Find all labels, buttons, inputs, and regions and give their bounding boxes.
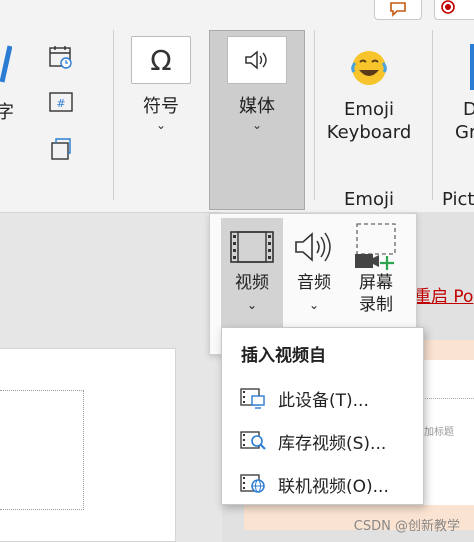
restart-link[interactable]: 重启 Po — [414, 282, 473, 307]
audio-label: 音频 — [297, 273, 331, 293]
title-placeholder-hint: 加标题 — [424, 427, 454, 438]
menu-item-label: 联机视频(O)... — [278, 476, 389, 497]
text-group-partial-label: 字 — [0, 102, 14, 123]
menu-item-online-video[interactable]: 联机视频(O)... — [222, 464, 423, 504]
film-strip-icon — [230, 231, 274, 263]
chevron-down-icon[interactable]: ⌄ — [131, 118, 191, 132]
speaker-icon — [295, 232, 331, 262]
media-icon-tile — [227, 36, 287, 84]
chevron-down-icon: ⌄ — [246, 298, 258, 312]
chevron-down-icon: ⌄ — [251, 118, 263, 132]
chevron-down-icon: ⌄ — [308, 298, 320, 312]
comments-button[interactable] — [374, 0, 422, 20]
speaker-icon — [245, 50, 267, 70]
symbols-button[interactable]: Ω — [131, 36, 191, 84]
text-box-icon[interactable] — [0, 44, 12, 84]
emoji-keyboard-label-line1[interactable]: Emoji — [322, 99, 416, 120]
partial-addin-icon[interactable] — [470, 44, 474, 90]
emoji-face-icon[interactable] — [348, 48, 390, 88]
group-separator — [113, 30, 114, 200]
screen-recording-button[interactable]: 屏幕 录制 — [345, 218, 407, 328]
online-video-icon — [240, 473, 266, 495]
group-label-emoji: Emoji — [344, 189, 394, 210]
audio-button[interactable]: 音频 ⌄ — [283, 218, 345, 328]
record-button[interactable] — [434, 0, 474, 20]
group-label-pict: Pict — [442, 189, 474, 210]
record-icon — [441, 0, 455, 14]
this-device-icon — [240, 387, 266, 409]
menu-item-label: 此设备(T)... — [278, 390, 369, 411]
symbols-label: 符号 — [143, 96, 179, 117]
video-button[interactable]: 视频 ⌄ — [221, 218, 283, 328]
slide-number-icon[interactable]: # — [48, 90, 74, 116]
screen-recording-label-line1: 屏幕 — [359, 273, 393, 293]
menu-item-stock-videos[interactable]: 库存视频(S)... — [222, 421, 423, 461]
emoji-keyboard-label-line2[interactable]: Keyboard — [322, 122, 416, 143]
video-label: 视频 — [235, 273, 269, 293]
comment-icon — [390, 2, 406, 17]
menu-item-label: 库存视频(S)... — [278, 433, 387, 454]
partial-addin-label-line1[interactable]: D — [463, 99, 474, 120]
slide-placeholder-box[interactable] — [0, 390, 84, 510]
menu-title: 插入视频自 — [241, 346, 326, 366]
menu-item-this-device[interactable]: 此设备(T)... — [222, 378, 423, 418]
partial-addin-label-line2[interactable]: Gr — [455, 122, 474, 143]
screen-record-icon — [355, 223, 396, 270]
date-time-icon[interactable] — [48, 44, 74, 70]
screen-recording-label-line2: 录制 — [359, 295, 393, 315]
group-separator — [432, 30, 433, 200]
object-icon[interactable] — [48, 136, 74, 162]
omega-icon: Ω — [150, 43, 172, 77]
watermark: CSDN @创新教学 — [353, 519, 460, 534]
group-separator — [314, 30, 315, 200]
insert-video-menu: 插入视频自 此设备(T)... 库存视频(S)... 联机视频(O)... — [221, 327, 424, 505]
svg-text:#: # — [56, 97, 65, 110]
media-label: 媒体 — [239, 96, 275, 117]
stock-video-icon — [240, 430, 266, 452]
